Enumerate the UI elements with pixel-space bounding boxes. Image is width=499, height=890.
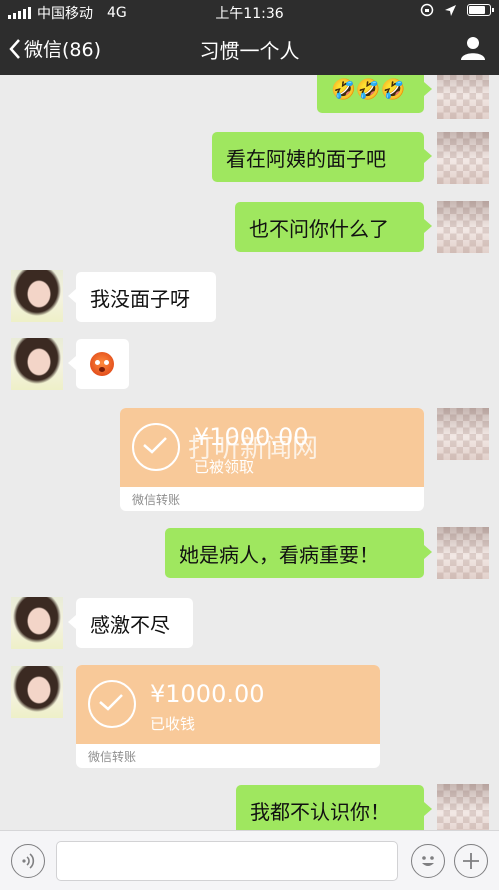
check-circle-icon (132, 423, 180, 471)
message-bubble[interactable]: 我都不认识你！ (236, 785, 432, 830)
friend-avatar[interactable] (11, 597, 63, 649)
message-text: 我没面子呀 (90, 286, 190, 311)
plus-icon (463, 853, 479, 869)
message-input[interactable] (56, 841, 398, 881)
my-avatar[interactable] (437, 132, 489, 184)
message-bubble[interactable]: 看在阿姨的面子吧 (212, 132, 432, 182)
message-text: 也不问你什么了 (249, 216, 389, 241)
watermark: 打听新闻网 (188, 434, 319, 464)
friend-avatar[interactable] (11, 666, 63, 718)
my-avatar[interactable] (437, 75, 489, 119)
transfer-card[interactable]: ¥1000.00 已收钱 微信转账 (76, 665, 380, 768)
laughing-emoji: 🤣🤣🤣 (331, 77, 406, 101)
message-text: 感激不尽 (90, 612, 170, 637)
angry-face-icon (90, 352, 114, 376)
message-bubble[interactable] (68, 339, 129, 389)
chat-header: 微信(86) 习惯一个人 (0, 22, 499, 75)
message-bubble[interactable]: 她是病人，看病重要！ (165, 528, 432, 578)
message-text: 我都不认识你！ (250, 799, 390, 824)
message-bubble[interactable]: 我没面子呀 (68, 272, 216, 322)
message-bubble[interactable]: 感激不尽 (68, 598, 193, 648)
my-avatar[interactable] (437, 408, 489, 460)
person-icon (461, 37, 485, 60)
message-bubble[interactable]: 也不问你什么了 (235, 202, 432, 252)
transfer-label: 微信转账 (88, 750, 137, 764)
friend-avatar[interactable] (11, 270, 63, 322)
message-text: 她是病人，看病重要！ (179, 542, 379, 567)
message-bubble[interactable]: 🤣🤣🤣 (317, 75, 432, 113)
transfer-amount: ¥1000.00 (150, 680, 265, 708)
battery-icon (467, 4, 494, 16)
emoji-icon (422, 856, 434, 866)
message-text: 看在阿姨的面子吧 (226, 146, 386, 171)
check-circle-icon (88, 680, 136, 728)
message-list[interactable]: 🤣🤣🤣 看在阿姨的面子吧 也不问你什么了 我没面子呀 ¥1000.00 已被领取… (0, 75, 499, 830)
transfer-label: 微信转账 (132, 493, 181, 507)
my-avatar[interactable] (437, 201, 489, 253)
my-avatar[interactable] (437, 784, 489, 830)
location-icon (445, 4, 456, 16)
my-avatar[interactable] (437, 527, 489, 579)
input-bar (0, 830, 499, 890)
status-bar: 中国移动 4G 上午11:36 (0, 0, 499, 22)
chat-info-button[interactable] (461, 36, 485, 64)
transfer-status: 已收钱 (150, 715, 196, 733)
orientation-lock-icon (420, 3, 434, 17)
friend-avatar[interactable] (11, 338, 63, 390)
emoji-button[interactable] (411, 844, 445, 878)
more-button[interactable] (454, 844, 488, 878)
voice-button[interactable] (11, 844, 45, 878)
chat-title: 习惯一个人 (199, 39, 300, 63)
voice-icon (22, 853, 35, 869)
